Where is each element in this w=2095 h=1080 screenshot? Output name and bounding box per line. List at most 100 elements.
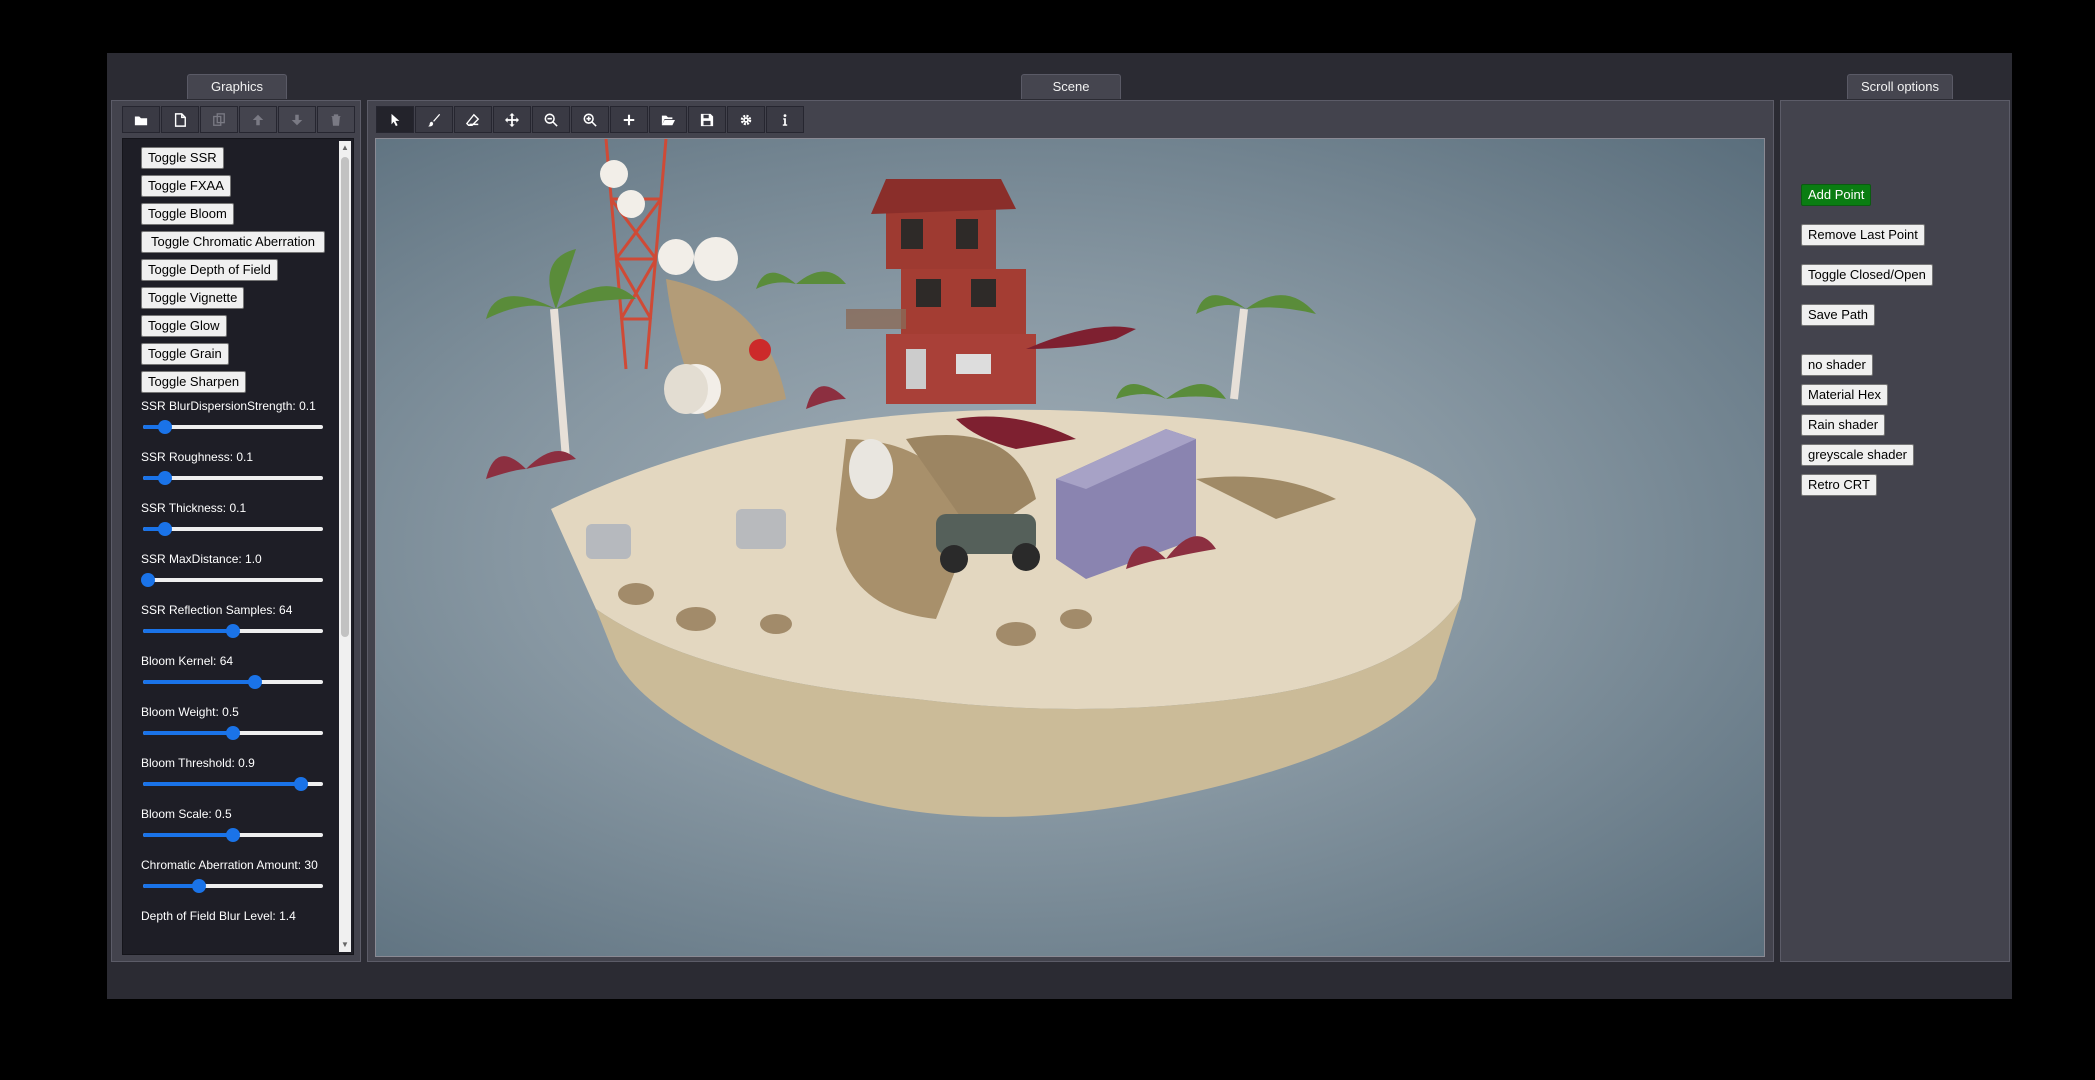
slider-control[interactable] [141, 419, 325, 435]
slider-block: Bloom Kernel: 64 [141, 654, 326, 690]
slider-block: SSR Roughness: 0.1 [141, 450, 326, 486]
slider-control[interactable] [141, 725, 325, 741]
graphics-toolbar [122, 106, 355, 133]
slider-thumb[interactable] [141, 573, 155, 587]
slider-label: SSR Reflection Samples: 64 [141, 603, 293, 617]
slider-thumb[interactable] [192, 879, 206, 893]
desert-island-scene [486, 139, 1476, 817]
gear-icon[interactable] [727, 106, 765, 133]
add-point-button[interactable]: Add Point [1801, 184, 1872, 206]
remove-last-point-button[interactable]: Remove Last Point [1801, 224, 1925, 246]
slider-thumb[interactable] [226, 726, 240, 740]
slider-label: Bloom Kernel: 64 [141, 654, 234, 668]
slider-control[interactable] [141, 827, 325, 843]
toggle-button[interactable]: Toggle Vignette [141, 287, 245, 309]
slider-control[interactable] [141, 776, 325, 792]
copy-icon[interactable] [200, 106, 238, 133]
toggle-closed-open-button[interactable]: Toggle Closed/Open [1801, 264, 1933, 286]
toggle-button[interactable]: Toggle Sharpen [141, 371, 247, 393]
scroll-down-arrow-icon[interactable]: ▼ [339, 938, 351, 952]
zoom-out-icon[interactable] [532, 106, 570, 133]
dof-blur-level-label: Depth of Field Blur Level: 1.4 [141, 909, 296, 923]
save-path-button[interactable]: Save Path [1801, 304, 1875, 326]
info-icon[interactable] [766, 106, 804, 133]
slider-control[interactable] [141, 674, 325, 690]
slider-block: SSR Reflection Samples: 64 [141, 603, 326, 639]
slider-block: Chromatic Aberration Amount: 30 [141, 858, 326, 894]
slider-thumb[interactable] [158, 471, 172, 485]
palm-trunk-right [1230, 308, 1248, 400]
slider-label: Bloom Threshold: 0.9 [141, 756, 255, 770]
slider-control[interactable] [141, 470, 325, 486]
folder-icon[interactable] [122, 106, 160, 133]
pointer-icon[interactable] [376, 106, 414, 133]
toggle-button-list: Toggle SSR Toggle FXAA Toggle Bloom Toggle … [141, 147, 326, 399]
tab-scroll-options[interactable]: Scroll options [1847, 74, 1953, 99]
dish-2 [617, 190, 645, 218]
scene-viewport[interactable] [375, 138, 1765, 957]
slider-block: Bloom Scale: 0.5 [141, 807, 326, 843]
dish-3 [658, 239, 694, 275]
slider-block: Bloom Threshold: 0.9 [141, 756, 326, 792]
slider-control[interactable] [141, 572, 325, 588]
slider-control[interactable] [141, 521, 325, 537]
slider-list: SSR BlurDispersionStrength: 0.1 SSR Rough… [141, 399, 326, 894]
slider-thumb[interactable] [226, 828, 240, 842]
slider-label: Chromatic Aberration Amount: 30 [141, 858, 318, 872]
toggle-button[interactable]: Toggle Glow [141, 315, 227, 337]
slider-control[interactable] [141, 878, 325, 894]
shader-rain-button[interactable]: Rain shader [1801, 414, 1886, 436]
slider-thumb[interactable] [248, 675, 263, 689]
toggle-button[interactable]: Toggle Chromatic Aberration [141, 231, 325, 253]
toggle-button[interactable]: Toggle FXAA [141, 175, 231, 197]
slider-thumb[interactable] [158, 522, 172, 536]
scene-panel [367, 100, 1774, 962]
slider-control[interactable] [141, 623, 325, 639]
shader-material-hex-button[interactable]: Material Hex [1801, 384, 1888, 406]
slider-thumb[interactable] [226, 624, 240, 638]
toggle-button[interactable]: Toggle Grain [141, 343, 229, 365]
toggle-button[interactable]: Toggle SSR [141, 147, 224, 169]
app-window: Graphics Scene Scroll options Toggle SSR… [107, 53, 2012, 999]
slider-fill [143, 782, 301, 786]
trash-icon[interactable] [317, 106, 355, 133]
eraser-icon[interactable] [454, 106, 492, 133]
slider-block: SSR BlurDispersionStrength: 0.1 [141, 399, 326, 435]
shader-greyscale-button[interactable]: greyscale shader [1801, 444, 1914, 466]
slider-block: Bloom Weight: 0.5 [141, 705, 326, 741]
save-icon[interactable] [688, 106, 726, 133]
toggle-button[interactable]: Toggle Bloom [141, 203, 234, 225]
brush-icon[interactable] [415, 106, 453, 133]
shader-no-shader-button[interactable]: no shader [1801, 354, 1873, 376]
settings-scrollbar[interactable]: ▲ ▼ [339, 141, 351, 952]
footer-bar [107, 965, 2012, 999]
slider-track [143, 578, 323, 582]
slider-fill [143, 884, 199, 888]
dish-4 [694, 237, 738, 281]
slider-block: SSR MaxDistance: 1.0 [141, 552, 326, 588]
folder-open-icon[interactable] [649, 106, 687, 133]
scroll-up-arrow-icon[interactable]: ▲ [339, 141, 351, 155]
slider-fill [143, 629, 233, 633]
scroll-thumb[interactable] [341, 157, 349, 637]
dish-1 [600, 160, 628, 188]
slider-thumb[interactable] [294, 777, 308, 791]
barrel-left [664, 364, 708, 414]
zoom-in-icon[interactable] [571, 106, 609, 133]
move-icon[interactable] [493, 106, 531, 133]
new-file-icon[interactable] [161, 106, 199, 133]
stone-block [736, 509, 786, 549]
tab-graphics[interactable]: Graphics [187, 74, 287, 99]
slider-label: Bloom Weight: 0.5 [141, 705, 239, 719]
toggle-button[interactable]: Toggle Depth of Field [141, 259, 278, 281]
slider-label: SSR BlurDispersionStrength: 0.1 [141, 399, 316, 413]
barrel-center [849, 439, 893, 499]
plus-icon[interactable] [610, 106, 648, 133]
graphics-settings-list: Toggle SSR Toggle FXAA Toggle Bloom Toggle … [122, 138, 354, 955]
tab-scene[interactable]: Scene [1021, 74, 1121, 99]
shader-retro-crt-button[interactable]: Retro CRT [1801, 474, 1877, 496]
arrow-down-icon[interactable] [278, 106, 316, 133]
awning-right [1026, 326, 1136, 349]
arrow-up-icon[interactable] [239, 106, 277, 133]
slider-thumb[interactable] [158, 420, 172, 434]
